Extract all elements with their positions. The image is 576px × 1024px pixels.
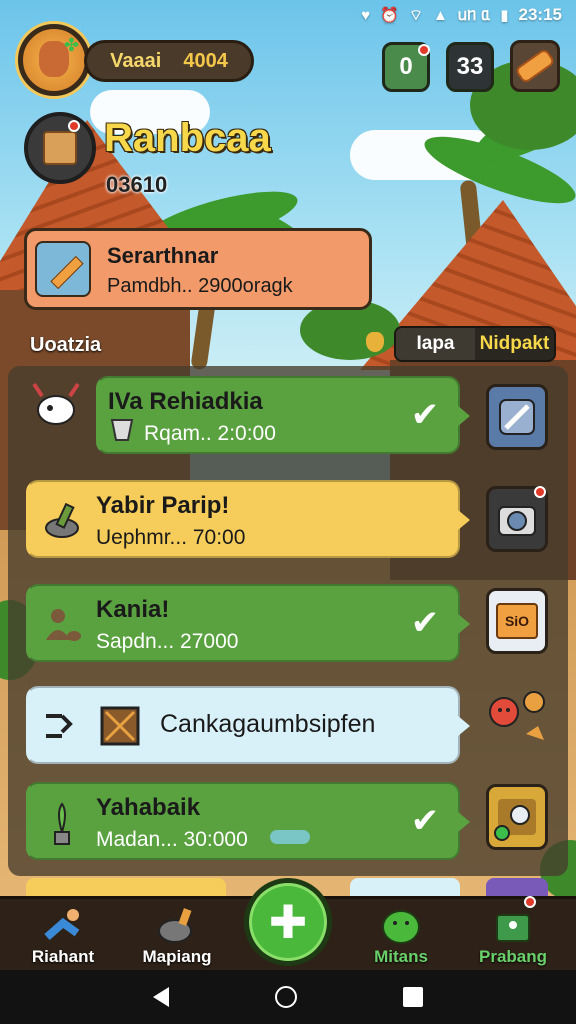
slime-icon (382, 910, 420, 944)
pencil-icon (35, 241, 91, 297)
scroll-icon (43, 131, 77, 165)
heart-icon: ♥ (361, 6, 371, 24)
quest-tabs: Iapa Nidpakt (394, 326, 556, 362)
featured-quest-banner[interactable]: Serarthnar Pamdbh.. 2900oragk (24, 228, 372, 310)
check-icon: ✔ (410, 802, 440, 840)
treasure-button[interactable] (486, 784, 548, 850)
quest-title: Ranbcaa (104, 116, 271, 160)
nav-label: Mapiang (142, 947, 212, 966)
check-icon: ✔ (410, 396, 440, 434)
sword-button[interactable] (486, 384, 548, 450)
crate-icon (100, 706, 140, 746)
map-icon (496, 914, 530, 942)
check-icon: ✔ (410, 604, 440, 642)
sword-icon (499, 399, 535, 435)
home-icon[interactable] (275, 986, 297, 1008)
back-icon[interactable] (153, 987, 169, 1007)
quest-row[interactable]: IVa Rehiadkia Rqam.. 2:0:00 ✔ (96, 376, 470, 454)
play-button[interactable]: ✚ (244, 878, 332, 966)
quest-detail: Madan... 30:000 (96, 828, 248, 851)
tab-iapa[interactable]: Iapa (396, 328, 475, 360)
battery-icon: ▮ (500, 7, 509, 24)
banner-title: Serarthnar (107, 243, 219, 268)
system-nav-bar (0, 970, 576, 1024)
camera-icon (498, 506, 536, 536)
player-name-pill[interactable]: Vaaai 4004 (84, 40, 254, 82)
player-avatar[interactable]: ✤ (18, 24, 90, 96)
resource-counter-b[interactable]: 33 (446, 42, 494, 92)
player-name: Vaaai (110, 49, 162, 72)
pot-icon (158, 908, 192, 943)
plus-icon: ✚ (268, 896, 308, 948)
status-bar: ♥ ⏰ ⌔ ▲ ᥙᥒ ᥲ ▮ 23:15 (0, 0, 576, 30)
quest-detail: Rqam.. 2:0:00 (144, 422, 276, 445)
bottle-icon (42, 500, 82, 540)
alarm-icon: ⏰ (380, 7, 399, 24)
quest-title: Cankagaumbsipfen (160, 710, 376, 738)
signal-icon: ▲ (433, 6, 448, 24)
plant-icon (42, 802, 82, 845)
villager-icon (42, 604, 82, 644)
player-score: 4004 (183, 49, 228, 72)
shop-bag-button[interactable]: SiO (486, 588, 548, 654)
nav-item-mitans[interactable]: Mitans (346, 903, 456, 971)
counter-a-value: 0 (399, 53, 413, 80)
runner-icon (44, 909, 80, 941)
quest-title: Yahabaik (96, 794, 201, 821)
scroll-indicator (270, 830, 310, 844)
carrier-text: ᥙᥒ ᥲ (457, 5, 491, 24)
notification-dot (524, 896, 536, 908)
goat-icon (24, 376, 88, 440)
quest-row[interactable]: Cankagaumbsipfen (26, 686, 470, 764)
clock: 23:15 (518, 5, 562, 24)
quest-title: Kania! (96, 596, 170, 623)
treasure-icon (494, 799, 536, 841)
notification-dot (68, 120, 80, 132)
nav-label: Prabang (478, 947, 548, 966)
notification-dot (534, 486, 546, 498)
quest-row[interactable]: Yahabaik Madan... 30:000 ✔ (26, 782, 470, 860)
quest-log-button[interactable] (24, 112, 96, 184)
quest-detail: Sapdn... 27000 (96, 630, 239, 653)
character-icon (482, 690, 556, 754)
quest-title: IVa Rehiadkia (108, 388, 263, 415)
banner-subtitle: Pamdbh.. 2900oragk (107, 275, 293, 297)
nav-item-prabang[interactable]: Prabang (458, 903, 568, 971)
bucket-icon (108, 414, 136, 442)
clover-icon: ✤ (63, 35, 79, 55)
nav-label: Riahant (31, 947, 95, 966)
quest-detail: Uephmr... 70:00 (96, 526, 246, 549)
coin-bag-icon (366, 332, 384, 352)
recents-icon[interactable] (403, 987, 423, 1007)
counter-b-value: 33 (456, 53, 484, 80)
nav-label: Mitans (374, 947, 428, 966)
notification-dot (418, 44, 430, 56)
tools-button[interactable] (510, 40, 560, 92)
quest-subtitle: 03610 (106, 172, 168, 197)
quest-title: Yabir Parip! (96, 492, 230, 519)
quest-row[interactable]: Kania! Sapdn... 27000 ✔ (26, 584, 470, 662)
hammer-icon (517, 50, 553, 82)
section-label: Uoatzia (30, 334, 102, 356)
quest-row[interactable]: Yabir Parip! Uephmr... 70:00 (26, 480, 470, 558)
nav-item-riahant[interactable]: Riahant (8, 903, 118, 971)
tab-nidpakt[interactable]: Nidpakt (475, 328, 554, 360)
bag-icon: SiO (496, 603, 538, 639)
share-icon (40, 706, 80, 746)
nav-item-mapiang[interactable]: Mapiang (122, 903, 232, 971)
wifi-icon: ⌔ (408, 6, 423, 24)
